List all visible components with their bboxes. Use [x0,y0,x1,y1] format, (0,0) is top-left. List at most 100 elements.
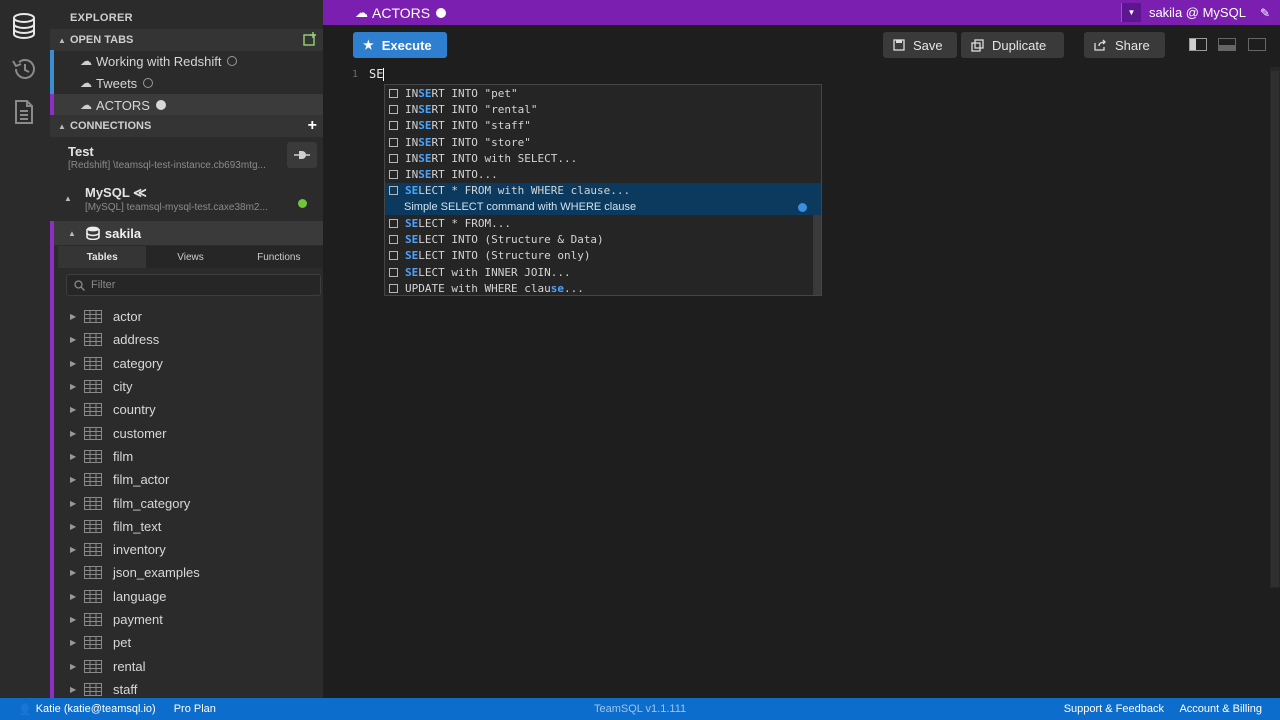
autocomplete-item[interactable]: SE LECT * FROM with WHERE clause... [385,182,821,200]
table-row[interactable]: ▶ rental [54,654,323,677]
table-row[interactable]: ▶ staff [54,678,323,698]
autocomplete-item[interactable]: IN SE RT INTO with SELECT... [385,150,821,166]
table-row[interactable]: ▶ inventory [54,538,323,561]
connection-test[interactable]: Test [Redshift] \teamsql-test-instance.c… [50,140,323,176]
expand-icon[interactable]: ▶ [70,685,76,694]
plan-label[interactable]: Pro Plan [174,703,216,715]
table-row[interactable]: ▶ country [54,398,323,421]
editor-scrollbar[interactable] [1270,67,1280,588]
expand-icon[interactable]: ▶ [70,568,76,577]
expand-icon[interactable]: ▶ [70,405,76,414]
autocomplete-item[interactable]: SE LECT with INNER JOIN... [385,264,821,280]
filter-input[interactable]: Filter [66,274,321,296]
expand-icon[interactable]: ▶ [70,475,76,484]
snippet-icon [389,121,398,131]
table-row[interactable]: ▶ language [54,585,323,608]
add-connection-icon[interactable]: + [308,117,317,135]
new-tab-icon[interactable] [303,32,317,49]
item-text-post: LECT INTO (Structure only) [418,249,591,263]
support-feedback-link[interactable]: Support & Feedback [1064,703,1164,715]
table-row[interactable]: ▶ pet [54,631,323,654]
tab-tables[interactable]: Tables [58,246,147,268]
connection-mysql[interactable]: ▲ MySQL ≪ [MySQL] teamsql-mysql-test.cax… [50,183,323,217]
disconnect-plug-icon[interactable] [287,142,317,168]
info-icon[interactable] [798,203,807,213]
autocomplete-item[interactable]: IN SE RT INTO "staff" [385,118,821,134]
table-name: staff [113,681,138,697]
expand-icon[interactable]: ▶ [70,312,76,321]
table-row[interactable]: ▶ film_text [54,515,323,538]
autocomplete-item[interactable]: IN SE RT INTO "store" [385,134,821,150]
table-row[interactable]: ▶ film [54,445,323,468]
autocomplete-item[interactable]: SE LECT INTO (Structure & Data) [385,231,821,247]
star-icon: ★ [363,38,374,52]
connections-header[interactable]: ▲ CONNECTIONS + [50,115,323,137]
document-icon[interactable] [9,97,39,127]
autocomplete-item[interactable]: UPDATE with WHERE clau se... [385,280,821,296]
chevron-down-icon[interactable]: ▼ [1120,3,1141,22]
history-icon[interactable] [9,54,39,84]
autocomplete-item[interactable]: IN SE RT INTO "pet" [385,85,821,101]
tab-color-marker [50,50,54,72]
expand-icon[interactable]: ▶ [70,499,76,508]
execute-button[interactable]: ★ Execute [353,32,447,58]
table-icon [84,356,102,370]
item-text-post: RT INTO... [431,168,498,182]
expand-icon[interactable]: ▶ [70,615,76,624]
snippet-icon [389,218,398,228]
expand-icon[interactable]: ▶ [70,662,76,671]
save-button[interactable]: Save [883,32,957,58]
expand-icon[interactable]: ▶ [70,522,76,531]
tab-views[interactable]: Views [146,246,235,268]
database-header[interactable]: ▲ sakila [54,221,323,245]
database-explorer-icon[interactable] [9,11,39,41]
table-row[interactable]: ▶ actor [54,305,323,328]
open-tab-item[interactable]: ☁ Tweets [50,72,323,94]
expand-icon[interactable]: ▶ [70,335,76,344]
expand-icon[interactable]: ▶ [70,452,76,461]
query-tab-title[interactable]: ACTORS [372,5,430,21]
database-name: sakila [104,225,142,241]
autocomplete-item[interactable]: IN SE RT INTO "rental" [385,101,821,117]
connections-label: CONNECTIONS [70,120,152,132]
table-row[interactable]: ▶ address [54,328,323,351]
share-button[interactable]: Share [1084,32,1165,58]
table-row[interactable]: ▶ payment [54,608,323,631]
expand-icon[interactable]: ▶ [70,545,76,554]
snippet-icon [389,170,398,180]
expand-icon[interactable]: ▶ [70,359,76,368]
autocomplete-item[interactable]: SE LECT * FROM... [385,215,821,231]
item-text-match: SE [405,265,419,279]
account-billing-link[interactable]: Account & Billing [1179,703,1262,715]
layout-full-icon[interactable] [1248,38,1266,51]
tab-functions[interactable]: Functions [234,246,323,268]
scroll-thumb[interactable] [1271,71,1279,587]
table-row[interactable]: ▶ film_actor [54,468,323,491]
expand-icon[interactable]: ▶ [70,382,76,391]
open-tabs-header[interactable]: ▲ OPEN TABS [50,29,323,51]
table-row[interactable]: ▶ city [54,375,323,398]
autocomplete-item[interactable]: SE LECT INTO (Structure only) [385,248,821,264]
layout-bottom-icon[interactable] [1218,38,1236,51]
expand-icon[interactable]: ▶ [70,592,76,601]
table-row[interactable]: ▶ film_category [54,491,323,514]
version-label: TeamSQL v1.1.111 [594,703,687,715]
duplicate-button[interactable]: Duplicate [961,32,1064,58]
layout-sidebar-icon[interactable] [1189,38,1207,51]
open-tab-item[interactable]: ☁ Working with Redshift [50,50,323,72]
open-tab-item[interactable]: ☁ ACTORS [50,94,323,116]
table-icon [84,473,102,487]
table-row[interactable]: ▶ json_examples [54,561,323,584]
user-account[interactable]: Katie (katie@teamsql.io) [36,703,156,715]
table-name: film_category [113,495,191,511]
expand-icon[interactable]: ▶ [70,429,76,438]
autocomplete-item[interactable]: IN SE RT INTO... [385,166,821,182]
table-row[interactable]: ▶ customer [54,421,323,444]
pin-icon[interactable]: ✎ [1260,6,1270,20]
table-row[interactable]: ▶ category [54,352,323,375]
search-icon [74,279,85,291]
expand-icon[interactable]: ▶ [70,638,76,647]
connection-selector[interactable]: ▼ sakila @ MySQL ✎ [1120,0,1280,25]
snippet-icon [389,88,398,98]
item-text-post: RT INTO "pet" [431,86,518,100]
